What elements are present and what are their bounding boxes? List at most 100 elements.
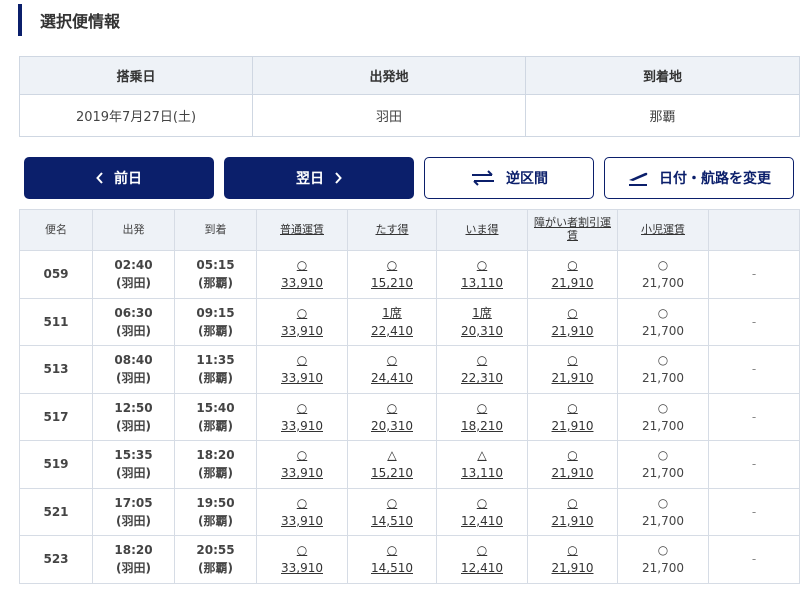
fare-amount: 21,910 — [551, 276, 594, 291]
flight-number-value: 513 — [43, 362, 69, 377]
normal-fare-link[interactable]: ○ 33,910 — [257, 351, 347, 387]
change-date-route-button[interactable]: 日付・航路を変更 — [604, 157, 794, 199]
child-fare-cell: ○ 21,700 — [617, 440, 709, 489]
fare-amount: 21,700 — [642, 513, 684, 528]
arrival-time-cell: 05:15 (那覇) — [174, 250, 257, 299]
tasu-fare-link[interactable]: △ 15,210 — [348, 446, 436, 482]
ima-fare-link[interactable]: △ 13,110 — [437, 446, 527, 482]
disabled-fare-link[interactable]: ○ 21,910 — [528, 256, 617, 292]
seat-availability: ○ — [296, 495, 308, 510]
next-day-button[interactable]: 翌日 — [224, 157, 414, 199]
departure-time-cell: 06:30 (羽田) — [92, 297, 175, 346]
tasu-fare-link[interactable]: ○ 24,410 — [348, 351, 436, 387]
departure-airport: (羽田) — [116, 418, 151, 433]
ima-fare-header-link[interactable]: いま得 — [466, 223, 499, 236]
seat-availability: ○ — [567, 258, 578, 273]
ima-fare-link[interactable]: ○ 13,110 — [437, 256, 527, 292]
fare-amount: 13,110 — [461, 276, 503, 291]
ima-fare-cell: ○ 12,410 — [436, 487, 528, 536]
seat-availability: ○ — [386, 495, 398, 510]
extra-cell: - — [708, 297, 800, 346]
normal-fare-link[interactable]: ○ 33,910 — [257, 541, 347, 577]
seat-availability: ○ — [567, 305, 578, 320]
seat-availability: △ — [387, 448, 397, 463]
tasu-fare-cell: △ 15,210 — [347, 440, 437, 489]
tasu-fare-header[interactable]: たす得 — [347, 209, 437, 251]
extra-cell: - — [708, 535, 800, 584]
disabled-fare-link[interactable]: ○ 21,910 — [528, 304, 617, 340]
extra-value: - — [751, 314, 757, 329]
ima-fare-link[interactable]: ○ 12,410 — [437, 541, 527, 577]
disabled-fare-cell: ○ 21,910 — [527, 440, 618, 489]
disabled-fare-link[interactable]: ○ 21,910 — [528, 446, 617, 482]
fare-amount: 15,210 — [371, 466, 413, 481]
normal-fare-link[interactable]: ○ 33,910 — [257, 256, 347, 292]
seat-availability: ○ — [386, 543, 398, 558]
fare-amount: 33,910 — [281, 276, 323, 291]
normal-fare-link[interactable]: ○ 33,910 — [257, 446, 347, 482]
child-fare-cell: ○ 21,700 — [617, 392, 709, 441]
disabled-fare-cell: ○ 21,910 — [527, 535, 618, 584]
reverse-route-label: 逆区間 — [506, 171, 548, 187]
normal-fare-cell: ○ 33,910 — [256, 297, 348, 346]
child-fare-header-link[interactable]: 小児運賃 — [641, 223, 685, 236]
flight-number-value: 059 — [43, 267, 69, 282]
seat-availability: ○ — [657, 543, 669, 558]
ima-fare-link[interactable]: ○ 18,210 — [437, 399, 527, 435]
child-fare-cell: ○ 21,700 — [617, 487, 709, 536]
normal-fare-link[interactable]: ○ 33,910 — [257, 494, 347, 530]
disabled-fare-link[interactable]: ○ 21,910 — [528, 351, 617, 387]
normal-fare-link[interactable]: ○ 33,910 — [257, 399, 347, 435]
extra-cell: - — [708, 345, 800, 394]
child-fare-cell: ○ 21,700 — [617, 250, 709, 299]
previous-day-button[interactable]: 前日 — [24, 157, 214, 199]
boarding-date-header: 搭乗日 — [19, 56, 253, 95]
flight-number: 523 — [19, 535, 93, 584]
ima-fare-link[interactable]: 1席 20,310 — [437, 304, 527, 340]
tasu-fare-link[interactable]: ○ 14,510 — [348, 541, 436, 577]
disabled-fare-cell: ○ 21,910 — [527, 487, 618, 536]
ima-fare-header[interactable]: いま得 — [436, 209, 528, 251]
normal-fare-cell: ○ 33,910 — [256, 440, 348, 489]
disabled-fare-link[interactable]: ○ 21,910 — [528, 541, 617, 577]
ima-fare-link[interactable]: ○ 22,310 — [437, 351, 527, 387]
fare-amount: 24,410 — [371, 371, 413, 386]
normal-fare-header-link[interactable]: 普通運賃 — [280, 223, 324, 236]
tasu-fare-header-link[interactable]: たす得 — [376, 223, 409, 236]
seat-availability: ○ — [296, 305, 308, 320]
ima-fare-cell: ○ 22,310 — [436, 345, 528, 394]
disabled-discount-fare-header[interactable]: 障がい者割引運賃 — [527, 209, 618, 251]
arrival-airport: (那覇) — [198, 276, 233, 291]
departure-time: 08:40 — [114, 353, 153, 368]
fare-amount: 21,910 — [551, 418, 594, 433]
fare-amount: 15,210 — [371, 276, 413, 291]
arrival-time-header: 到着 — [174, 209, 257, 251]
disabled-fare-cell: ○ 21,910 — [527, 392, 618, 441]
extra-value: - — [751, 457, 757, 472]
normal-fare-link[interactable]: ○ 33,910 — [257, 304, 347, 340]
disabled-discount-fare-header-link[interactable]: 障がい者割引運賃 — [534, 216, 611, 242]
tasu-fare-link[interactable]: ○ 20,310 — [348, 399, 436, 435]
tasu-fare-cell: ○ 14,510 — [347, 487, 437, 536]
tasu-fare-link[interactable]: ○ 15,210 — [348, 256, 436, 292]
departure-time-cell: 17:05 (羽田) — [92, 487, 175, 536]
child-fare-header[interactable]: 小児運賃 — [617, 209, 709, 251]
tasu-fare-link[interactable]: 1席 22,410 — [348, 304, 436, 340]
extra-value: - — [751, 504, 757, 519]
seat-availability: ○ — [386, 400, 398, 415]
tasu-fare-link[interactable]: ○ 14,510 — [348, 494, 436, 530]
arrival-time-cell: 19:50 (那覇) — [174, 487, 257, 536]
previous-day-label: 前日 — [114, 171, 142, 187]
fare-amount: 33,910 — [281, 466, 323, 481]
arrival-time-cell: 18:20 (那覇) — [174, 440, 257, 489]
normal-fare-header[interactable]: 普通運賃 — [256, 209, 348, 251]
departure-time-cell: 15:35 (羽田) — [92, 440, 175, 489]
extra-cell: - — [708, 440, 800, 489]
disabled-fare-link[interactable]: ○ 21,910 — [528, 399, 617, 435]
ima-fare-link[interactable]: ○ 12,410 — [437, 494, 527, 530]
departure-header: 出発地 — [252, 56, 526, 95]
fare-amount: 21,700 — [642, 466, 684, 481]
disabled-fare-link[interactable]: ○ 21,910 — [528, 494, 617, 530]
navigation-buttons: 前日 翌日 逆区間 日付・航路を変更 — [24, 157, 796, 199]
reverse-route-button[interactable]: 逆区間 — [424, 157, 594, 199]
